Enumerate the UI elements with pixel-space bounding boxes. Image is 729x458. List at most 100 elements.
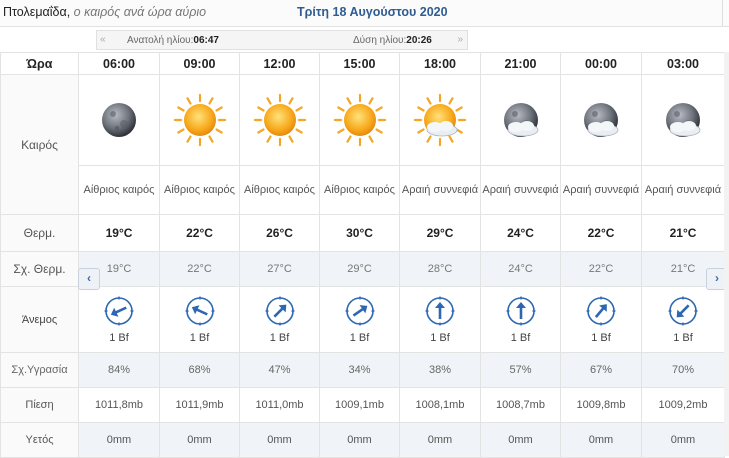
moon-cloud-icon xyxy=(562,90,641,150)
wind-speed: 1 Bf xyxy=(109,332,129,344)
pressure-value: 1011,8mb xyxy=(78,387,160,423)
wind-row: Άνεμος 1 Bf 1 Bf 1 Bf 1 Bf 1 Bf 1 Bf 1 B… xyxy=(0,286,725,353)
hour-cell: 18:00 xyxy=(399,52,481,75)
humidity-value: 70% xyxy=(641,352,725,388)
hourly-forecast-table: Ώρα 06:00 09:00 12:00 15:00 18:00 21:00 00:00 0… xyxy=(0,52,725,458)
wind-cell: 1 Bf xyxy=(159,286,240,353)
weather-icon-cell xyxy=(399,74,481,166)
wind-cell: 1 Bf xyxy=(560,286,642,353)
wind-arrow-southwest-icon xyxy=(264,295,296,330)
wind-arrow-south-icon xyxy=(424,295,456,330)
weather-icon-cell xyxy=(641,74,725,166)
hour-cell: 15:00 xyxy=(319,52,400,75)
sunrise-label: Ανατολή ηλίου: xyxy=(127,35,194,46)
humidity-value: 84% xyxy=(78,352,160,388)
pressure-value: 1009,8mb xyxy=(560,387,642,423)
weather-description: Αραιή συννεφιά xyxy=(560,165,642,215)
hour-cell: 21:00 xyxy=(480,52,561,75)
wind-cell: 1 Bf xyxy=(78,286,160,353)
feels-like-label: Σχ. Θερμ. xyxy=(0,251,79,287)
feels-like-row: Σχ. Θερμ. 19°C 22°C 27°C 29°C 28°C 24°C 22°C 21… xyxy=(0,251,725,287)
weather-description: Αίθριος καιρός xyxy=(319,165,400,215)
sunrise-time: 06:47 xyxy=(193,35,219,46)
pressure-value: 1011,0mb xyxy=(239,387,320,423)
feels-like-value: 29°C xyxy=(319,251,400,287)
precipitation-value: 0mm xyxy=(239,422,320,458)
precipitation-value: 0mm xyxy=(78,422,160,458)
sunset: Δύση ηλίου:20:26 xyxy=(353,35,432,46)
feels-like-value: 22°C xyxy=(159,251,240,287)
pressure-row: Πίεση 1011,8mb 1011,9mb 1011,0mb 1009,1mb 10… xyxy=(0,387,725,423)
feels-like-value: 28°C xyxy=(399,251,481,287)
hour-cell: 06:00 xyxy=(78,52,160,75)
location-title: Πτολεμαΐδα, ο καιρός ανά ώρα αύριο xyxy=(3,5,206,19)
moon-cloud-icon xyxy=(643,90,724,150)
temperature-value: 19°C xyxy=(78,214,160,252)
weather-description: Αραιή συννεφιά xyxy=(399,165,481,215)
sun-cloud-icon xyxy=(401,90,480,150)
weather-description-row: Αίθριος καιρός Αίθριος καιρός Αίθριος καιρ… xyxy=(1,165,725,215)
wind-speed: 1 Bf xyxy=(510,332,531,344)
humidity-value: 68% xyxy=(159,352,240,388)
scroll-left-button[interactable]: ‹ xyxy=(78,268,100,290)
wind-arrow-east-southeast-icon xyxy=(184,295,216,330)
pressure-value: 1009,1mb xyxy=(319,387,400,423)
hour-cell: 12:00 xyxy=(239,52,320,75)
precipitation-value: 0mm xyxy=(159,422,240,458)
temperature-value: 30°C xyxy=(319,214,400,252)
humidity-label: Σχ.Υγρασία xyxy=(0,352,79,388)
weather-icon-cell xyxy=(480,74,561,166)
sunset-time: 20:26 xyxy=(406,35,432,46)
pressure-value: 1008,7mb xyxy=(480,387,561,423)
weather-icon-cell xyxy=(319,74,400,166)
precipitation-value: 0mm xyxy=(319,422,400,458)
hour-cell: 03:00 xyxy=(641,52,725,75)
wind-cell: 1 Bf xyxy=(239,286,320,353)
weather-label: Καιρός xyxy=(0,74,79,215)
precipitation-row: Υετός 0mm 0mm 0mm 0mm 0mm 0mm 0mm 0mm xyxy=(0,422,725,458)
temperature-row: Θερμ. 19°C 22°C 26°C 30°C 29°C 24°C 22°C 21°C xyxy=(0,214,725,252)
humidity-value: 57% xyxy=(480,352,561,388)
weather-description: Αίθριος καιρός xyxy=(78,165,160,215)
precipitation-value: 0mm xyxy=(641,422,725,458)
wind-arrow-southwest-icon xyxy=(585,295,617,330)
weather-description: Αίθριος καιρός xyxy=(239,165,320,215)
weather-description: Αίθριος καιρός xyxy=(159,165,240,215)
sun-icon xyxy=(161,90,239,150)
hour-cell: 00:00 xyxy=(560,52,642,75)
wind-speed: 1 Bf xyxy=(591,332,611,344)
pressure-label: Πίεση xyxy=(0,387,79,423)
next-day-icon[interactable]: » xyxy=(457,34,463,45)
humidity-value: 47% xyxy=(239,352,320,388)
feels-like-value: 24°C xyxy=(480,251,561,287)
wind-speed: 1 Bf xyxy=(673,332,693,344)
wind-arrow-southwest-icon xyxy=(344,295,376,330)
wind-cell: 1 Bf xyxy=(641,286,725,353)
feels-like-value: 27°C xyxy=(239,251,320,287)
hour-label: Ώρα xyxy=(0,52,79,75)
temperature-value: 21°C xyxy=(641,214,725,252)
hour-row: Ώρα 06:00 09:00 12:00 15:00 18:00 21:00 00:00 0… xyxy=(0,52,725,75)
weather-description: Αραιή συννεφιά xyxy=(641,165,725,215)
wind-label: Άνεμος xyxy=(0,286,79,353)
sunrise: Ανατολή ηλίου:06:47 xyxy=(127,35,219,46)
hour-cell: 09:00 xyxy=(159,52,240,75)
temperature-value: 24°C xyxy=(480,214,561,252)
wind-arrow-south-icon xyxy=(505,295,537,330)
prev-day-icon[interactable]: « xyxy=(100,34,106,45)
wind-speed: 1 Bf xyxy=(349,332,370,344)
page-scrollbar[interactable] xyxy=(724,52,729,456)
weather-icon-row: Καιρός xyxy=(0,74,725,215)
humidity-value: 34% xyxy=(319,352,400,388)
wind-speed: 1 Bf xyxy=(430,332,450,344)
pressure-value: 1011,9mb xyxy=(159,387,240,423)
weather-icon-cell xyxy=(78,74,160,166)
weather-icon-cell xyxy=(159,74,240,166)
wind-cell: 1 Bf xyxy=(399,286,481,353)
temperature-value: 22°C xyxy=(159,214,240,252)
weather-description: Αραιή συννεφιά xyxy=(480,165,561,215)
precipitation-value: 0mm xyxy=(399,422,481,458)
humidity-value: 67% xyxy=(560,352,642,388)
precipitation-value: 0mm xyxy=(480,422,561,458)
forecast-date: Τρίτη 18 Αυγούστου 2020 xyxy=(297,5,448,19)
